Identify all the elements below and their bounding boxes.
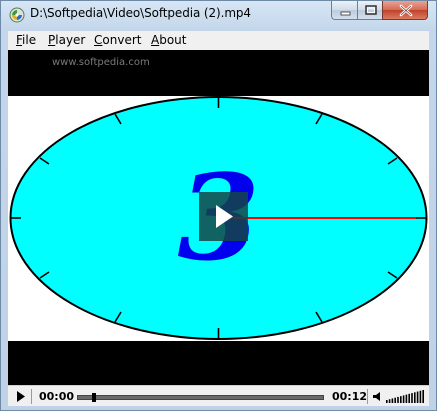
volume-bar <box>419 390 422 403</box>
volume-bar <box>386 400 388 403</box>
volume-bar <box>394 397 396 403</box>
current-time: 00:00 <box>39 390 75 403</box>
volume-bar <box>397 396 399 403</box>
menu-player[interactable]: Player <box>48 33 85 47</box>
close-icon <box>399 4 413 17</box>
divider <box>367 389 368 404</box>
play-icon <box>216 205 233 228</box>
close-button[interactable] <box>382 1 428 20</box>
volume-bar <box>411 393 413 403</box>
play-overlay-button[interactable] <box>199 192 248 241</box>
volume-bar <box>414 392 416 403</box>
menu-file[interactable]: File <box>16 33 36 47</box>
player-window: D:\Softpedia\Video\Softpedia (2).mp4 Fil… <box>0 0 437 411</box>
volume-bar <box>388 399 391 403</box>
play-button[interactable] <box>16 391 26 402</box>
media-player-icon <box>9 7 25 23</box>
minimize-icon <box>340 11 351 16</box>
speaker-icon[interactable] <box>372 391 385 402</box>
duration-time: 00:12 <box>332 390 368 403</box>
video-area[interactable]: www.softpedia.com 3 <box>8 50 429 385</box>
menu-about[interactable]: About <box>151 33 187 47</box>
watermark-text: www.softpedia.com <box>52 57 150 68</box>
minimize-button[interactable] <box>331 1 358 20</box>
title-bar[interactable]: D:\Softpedia\Video\Softpedia (2).mp4 <box>1 1 436 29</box>
menu-convert[interactable]: Convert <box>94 33 141 47</box>
volume-bar <box>391 398 394 403</box>
volume-slider[interactable] <box>386 389 426 404</box>
maximize-button[interactable] <box>357 1 383 20</box>
volume-bar <box>400 396 402 403</box>
seek-handle[interactable] <box>92 393 96 402</box>
menu-bar: File Player Convert About <box>8 31 429 50</box>
volume-bar <box>408 393 410 403</box>
volume-bar <box>402 395 405 403</box>
playback-controls: 00:00 00:12 <box>8 386 429 406</box>
window-title: D:\Softpedia\Video\Softpedia (2).mp4 <box>30 6 251 20</box>
divider <box>31 389 32 404</box>
volume-bar <box>416 391 419 403</box>
volume-bar <box>405 394 408 403</box>
volume-bar <box>422 390 424 403</box>
maximize-icon <box>365 5 377 15</box>
seek-bar[interactable] <box>77 393 324 402</box>
